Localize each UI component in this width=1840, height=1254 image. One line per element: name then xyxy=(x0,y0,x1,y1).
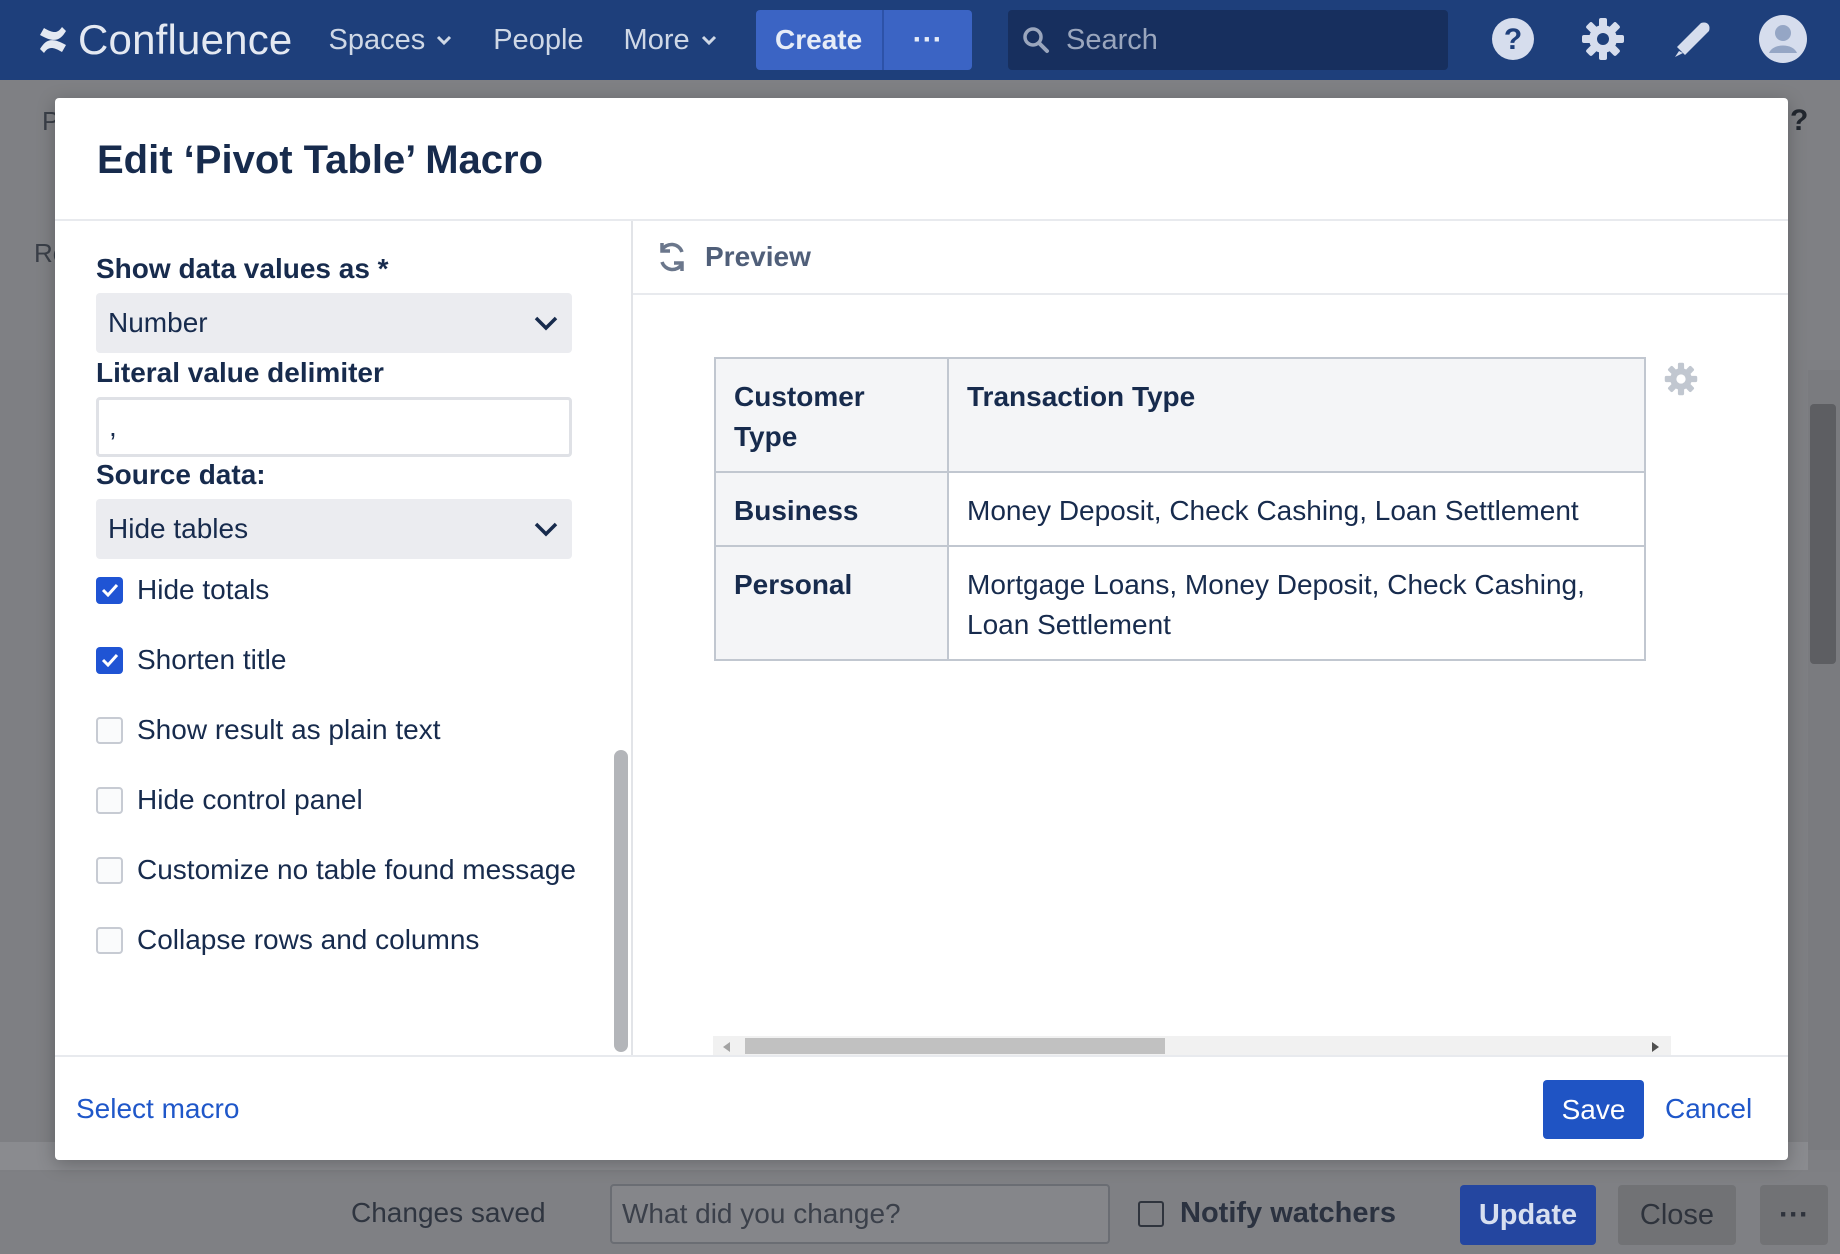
plain-text-checkbox[interactable]: Show result as plain text xyxy=(96,714,441,746)
checkbox-checked[interactable] xyxy=(96,646,123,674)
hide-totals-label: Hide totals xyxy=(137,574,270,605)
search-icon xyxy=(1023,27,1049,53)
delimiter-value: , xyxy=(109,411,117,442)
table-cell: Mortgage Loans, Money Deposit, Check Cas… xyxy=(947,545,1646,661)
change-comment-placeholder: What did you change? xyxy=(622,1198,901,1229)
delimiter-label: Literal value delimiter xyxy=(96,357,384,388)
form-scrollbar[interactable] xyxy=(614,750,628,1052)
checkbox-unchecked[interactable] xyxy=(1138,1200,1164,1227)
chevron-down-icon xyxy=(437,35,452,46)
source-data-value: Hide tables xyxy=(108,513,249,544)
scrollbar-thumb[interactable] xyxy=(1810,404,1836,664)
table-row: Business Money Deposit, Check Cashing, L… xyxy=(714,471,1646,547)
close-button[interactable]: Close xyxy=(1618,1185,1736,1245)
divider xyxy=(631,221,633,1055)
settings-button[interactable] xyxy=(1578,12,1628,66)
collapse-rows-checkbox[interactable]: Collapse rows and columns xyxy=(96,924,479,956)
search-input[interactable]: Search xyxy=(1008,10,1448,70)
help-button[interactable]: ? xyxy=(1488,12,1538,66)
create-button[interactable]: Create xyxy=(755,10,882,70)
plain-text-label: Show result as plain text xyxy=(137,714,441,745)
search-placeholder: Search xyxy=(1066,23,1158,56)
column-header: Customer Type xyxy=(714,357,949,473)
column-header: Transaction Type xyxy=(947,357,1646,473)
app-name: Confluence xyxy=(78,16,293,63)
nav-more[interactable]: More xyxy=(624,24,718,57)
create-more-button[interactable]: ··· xyxy=(881,10,972,70)
checkbox-unchecked[interactable] xyxy=(96,856,123,884)
show-data-values-select[interactable]: Number xyxy=(96,293,572,353)
notify-watchers-checkbox[interactable]: Notify watchers xyxy=(1138,1197,1396,1230)
cancel-link[interactable]: Cancel xyxy=(1665,1093,1752,1125)
chevron-down-icon xyxy=(701,35,716,46)
user-profile-button[interactable] xyxy=(1758,12,1808,66)
table-row: Personal Mortgage Loans, Money Deposit, … xyxy=(714,545,1646,661)
change-comment-input[interactable]: What did you change? xyxy=(610,1184,1110,1244)
top-navigation-bar: Confluence Spaces People More Create ···… xyxy=(0,0,1840,80)
chevron-down-icon xyxy=(534,316,558,331)
source-data-select[interactable]: Hide tables xyxy=(96,499,572,559)
checkbox-unchecked[interactable] xyxy=(96,716,123,744)
edit-macro-dialog: Edit ‘Pivot Table’ Macro Show data value… xyxy=(55,98,1788,1160)
background-help-glyph: ? xyxy=(1790,104,1809,137)
checkmark-icon xyxy=(101,583,118,597)
preview-horizontal-scrollbar[interactable] xyxy=(713,1036,1671,1056)
nav-spaces[interactable]: Spaces xyxy=(328,24,453,57)
user-avatar-icon xyxy=(1759,15,1807,63)
update-button[interactable]: Update xyxy=(1460,1185,1596,1245)
checkbox-checked[interactable] xyxy=(96,576,123,604)
save-status-text: Changes saved xyxy=(351,1197,546,1228)
scrollbar-thumb[interactable] xyxy=(745,1038,1165,1054)
preview-title: Preview xyxy=(705,241,811,272)
show-data-values-label: Show data values as * xyxy=(96,253,389,284)
refresh-icon[interactable] xyxy=(655,240,689,274)
confluence-logo-icon xyxy=(40,27,66,53)
help-icon: ? xyxy=(1492,18,1534,60)
shorten-title-checkbox[interactable]: Shorten title xyxy=(96,644,286,676)
dialog-title: Edit ‘Pivot Table’ Macro xyxy=(97,138,544,182)
confluence-logo[interactable]: Confluence xyxy=(38,16,292,64)
table-cell: Money Deposit, Check Cashing, Loan Settl… xyxy=(947,471,1646,547)
divider xyxy=(55,1055,1788,1057)
svg-text:?: ? xyxy=(1504,23,1522,56)
checkmark-icon xyxy=(101,653,118,667)
select-macro-link[interactable]: Select macro xyxy=(76,1093,239,1125)
customize-message-checkbox[interactable]: Customize no table found message xyxy=(96,854,576,886)
checkbox-unchecked[interactable] xyxy=(96,926,123,954)
hide-totals-checkbox[interactable]: Hide totals xyxy=(96,574,269,606)
pivot-table-preview: Customer Type Transaction Type Business … xyxy=(714,357,1646,661)
collapse-rows-label: Collapse rows and columns xyxy=(137,924,480,955)
nav-people[interactable]: People xyxy=(493,24,583,57)
table-header-row: Customer Type Transaction Type xyxy=(714,357,1646,473)
hide-control-panel-checkbox[interactable]: Hide control panel xyxy=(96,784,363,816)
more-options-button[interactable]: ··· xyxy=(1760,1185,1828,1245)
editor-vertical-scrollbar[interactable] xyxy=(1808,370,1840,1150)
checkbox-unchecked[interactable] xyxy=(96,786,123,814)
row-header-cell: Personal xyxy=(714,545,949,661)
customize-message-label: Customize no table found message xyxy=(137,854,576,885)
source-data-label: Source data: xyxy=(96,459,266,490)
nav-people-label: People xyxy=(493,23,584,56)
delimiter-input[interactable]: , xyxy=(96,397,572,457)
notifications-megaphone-icon xyxy=(1675,22,1710,57)
show-data-values-value: Number xyxy=(108,307,208,338)
hide-control-panel-label: Hide control panel xyxy=(137,784,363,815)
create-button-group: Create ··· xyxy=(755,10,972,70)
notify-watchers-label: Notify watchers xyxy=(1180,1197,1396,1229)
nav-spaces-label: Spaces xyxy=(328,23,426,56)
notifications-button[interactable] xyxy=(1668,12,1718,66)
settings-gear-icon xyxy=(1582,18,1624,60)
row-header-cell: Business xyxy=(714,471,949,547)
shorten-title-label: Shorten title xyxy=(137,644,287,675)
save-button[interactable]: Save xyxy=(1543,1080,1644,1139)
chevron-down-icon xyxy=(534,522,558,537)
nav-more-label: More xyxy=(623,23,690,56)
table-settings-gear-icon[interactable] xyxy=(1664,362,1698,396)
preview-header: Preview xyxy=(633,221,1788,295)
scroll-right-arrow-icon[interactable] xyxy=(1652,1042,1659,1052)
scroll-left-arrow-icon[interactable] xyxy=(723,1042,730,1052)
